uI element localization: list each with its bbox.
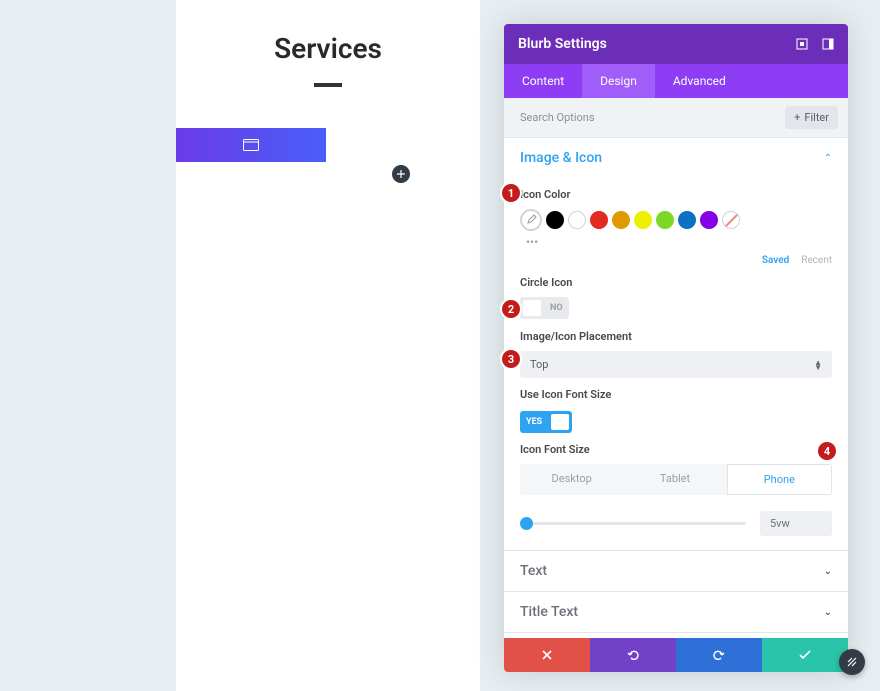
slider-thumb[interactable]	[520, 517, 533, 530]
circle-icon-toggle[interactable]: NO	[520, 297, 569, 319]
panel-header: Blurb Settings	[504, 24, 848, 64]
filter-label: Filter	[804, 111, 829, 124]
saved-recent-tabs: Saved Recent	[520, 255, 832, 266]
color-swatches	[520, 209, 832, 231]
section-title: Title Text	[520, 604, 578, 620]
device-tab-desktop[interactable]: Desktop	[520, 464, 623, 495]
icon-font-size-label: Icon Font Size	[520, 443, 832, 456]
undo-button[interactable]	[590, 638, 676, 672]
badge-3: 3	[502, 350, 520, 368]
badge-4: 4	[818, 442, 836, 460]
swatch-orange[interactable]	[612, 211, 630, 229]
font-size-slider[interactable]	[520, 522, 746, 525]
section-text[interactable]: Text ⌄	[504, 550, 848, 591]
swatch-purple[interactable]	[700, 211, 718, 229]
settings-panel: Blurb Settings Content Design Advanced S…	[504, 24, 848, 672]
section-title-text[interactable]: Title Text ⌄	[504, 591, 848, 632]
swatch-red[interactable]	[590, 211, 608, 229]
panel-title: Blurb Settings	[518, 36, 607, 52]
section-title: Text	[520, 563, 547, 579]
tab-design[interactable]: Design	[582, 64, 655, 98]
plus-icon: +	[794, 111, 800, 124]
toggle-knob	[551, 414, 569, 430]
page-title: Services	[176, 32, 480, 65]
toggle-no-label: NO	[544, 303, 569, 313]
section-image-icon[interactable]: Image & Icon ⌃	[504, 138, 848, 178]
use-icon-font-size-label: Use Icon Font Size	[520, 388, 832, 401]
section-image-icon-body: Icon Color ••• Saved Recent Circl	[504, 188, 848, 550]
saved-tab[interactable]: Saved	[762, 255, 789, 266]
close-icon	[542, 650, 552, 660]
more-colors-icon[interactable]: •••	[526, 235, 832, 249]
chevron-down-icon: ⌄	[824, 566, 832, 577]
filter-row: Search Options + Filter	[504, 98, 848, 138]
check-icon	[799, 650, 811, 660]
font-size-value[interactable]: 5vw	[760, 511, 832, 536]
expand-icon[interactable]	[796, 38, 808, 50]
use-icon-font-size-toggle[interactable]: YES	[520, 411, 572, 433]
swatch-selected[interactable]	[520, 209, 542, 231]
swatch-green[interactable]	[656, 211, 674, 229]
panel-body: Image & Icon ⌃ Icon Color ••• Sa	[504, 138, 848, 638]
search-options-input[interactable]: Search Options	[520, 111, 595, 124]
swatch-black[interactable]	[546, 211, 564, 229]
filter-button[interactable]: + Filter	[785, 106, 838, 129]
save-button[interactable]	[762, 638, 848, 672]
panel-tabs: Content Design Advanced	[504, 64, 848, 98]
eyedropper-icon	[525, 214, 537, 226]
device-tabs: Desktop Tablet Phone	[520, 464, 832, 495]
circle-icon-label: Circle Icon	[520, 276, 832, 289]
add-module-button[interactable]	[392, 165, 410, 183]
blurb-module[interactable]	[176, 128, 326, 162]
undo-icon	[627, 649, 639, 661]
font-size-slider-row: 5vw	[520, 511, 832, 536]
resize-diagonal-icon	[846, 656, 858, 668]
redo-icon	[713, 649, 725, 661]
section-title: Image & Icon	[520, 150, 602, 166]
tab-advanced[interactable]: Advanced	[655, 64, 744, 98]
cancel-button[interactable]	[504, 638, 590, 672]
device-tab-phone[interactable]: Phone	[727, 464, 832, 495]
badge-1: 1	[502, 184, 520, 202]
footer-buttons	[504, 638, 848, 672]
browser-icon	[243, 139, 259, 151]
select-arrows-icon: ▲▼	[814, 360, 822, 370]
page-preview: Services	[176, 0, 480, 691]
swatch-none[interactable]	[722, 211, 740, 229]
chevron-up-icon: ⌃	[824, 153, 832, 164]
toggle-yes-label: YES	[520, 417, 548, 427]
redo-button[interactable]	[676, 638, 762, 672]
icon-color-label: Icon Color	[520, 188, 832, 201]
placement-value: Top	[530, 358, 548, 371]
placement-select[interactable]: Top ▲▼	[520, 351, 832, 378]
resize-handle[interactable]	[839, 649, 865, 675]
dock-icon[interactable]	[822, 38, 834, 50]
chevron-down-icon: ⌄	[824, 607, 832, 618]
device-tab-tablet[interactable]: Tablet	[623, 464, 726, 495]
placement-label: Image/Icon Placement	[520, 330, 832, 343]
tab-content[interactable]: Content	[504, 64, 582, 98]
swatch-white[interactable]	[568, 211, 586, 229]
toggle-knob	[523, 300, 541, 316]
page-title-underline	[314, 83, 342, 87]
recent-tab[interactable]: Recent	[801, 255, 832, 266]
swatch-yellow[interactable]	[634, 211, 652, 229]
swatch-blue[interactable]	[678, 211, 696, 229]
badge-2: 2	[502, 300, 520, 318]
